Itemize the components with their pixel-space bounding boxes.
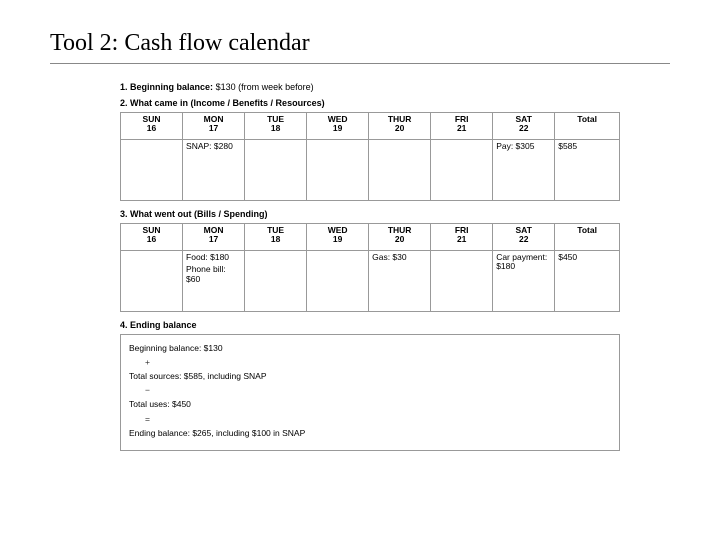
expense-total: $450 xyxy=(555,251,620,312)
expense-mon: Food: $180 Phone bill: $60 xyxy=(183,251,245,312)
section-3-number: 3. xyxy=(120,209,128,219)
equals-sign: = xyxy=(129,412,611,426)
expense-tue xyxy=(245,251,307,312)
income-thur xyxy=(369,140,431,201)
minus-sign: − xyxy=(129,383,611,397)
income-body-row: SNAP: $280 Pay: $305 $585 xyxy=(121,140,620,201)
summary-uses: Total uses: $450 xyxy=(129,399,611,409)
col-total: Total xyxy=(555,113,620,140)
content-area: 1. Beginning balance: $130 (from week be… xyxy=(50,82,670,451)
income-total: $585 xyxy=(555,140,620,201)
section-1-label: Beginning balance: xyxy=(130,82,213,92)
col-tue: TUE18 xyxy=(245,224,307,251)
col-total: Total xyxy=(555,224,620,251)
section-3-heading: 3. What went out (Bills / Spending) xyxy=(120,209,620,219)
section-1-value: $130 (from week before) xyxy=(216,82,314,92)
col-sat: SAT22 xyxy=(493,224,555,251)
table-header-row: SUN16 MON17 TUE18 WED19 THUR20 FRI21 SAT… xyxy=(121,224,620,251)
income-table: SUN16 MON17 TUE18 WED19 THUR20 FRI21 SAT… xyxy=(120,112,620,201)
ending-balance-box: Beginning balance: $130 + Total sources:… xyxy=(120,334,620,451)
col-sun: SUN16 xyxy=(121,224,183,251)
expense-table: SUN16 MON17 TUE18 WED19 THUR20 FRI21 SAT… xyxy=(120,223,620,312)
expense-wed xyxy=(307,251,369,312)
col-wed: WED19 xyxy=(307,113,369,140)
summary-ending: Ending balance: $265, including $100 in … xyxy=(129,428,611,438)
section-1-heading: 1. Beginning balance: $130 (from week be… xyxy=(120,82,620,92)
section-2-heading: 2. What came in (Income / Benefits / Res… xyxy=(120,98,620,108)
col-thur: THUR20 xyxy=(369,224,431,251)
section-3-label: What went out (Bills / Spending) xyxy=(130,209,268,219)
expense-fri xyxy=(431,251,493,312)
section-2-number: 2. xyxy=(120,98,128,108)
income-wed xyxy=(307,140,369,201)
col-mon: MON17 xyxy=(183,113,245,140)
section-4-number: 4. xyxy=(120,320,128,330)
page-title: Tool 2: Cash flow calendar xyxy=(50,30,670,64)
income-fri xyxy=(431,140,493,201)
section-4-heading: 4. Ending balance xyxy=(120,320,620,330)
expense-sat: Car payment: $180 xyxy=(493,251,555,312)
expense-sun xyxy=(121,251,183,312)
section-4-label: Ending balance xyxy=(130,320,197,330)
col-wed: WED19 xyxy=(307,224,369,251)
income-sat: Pay: $305 xyxy=(493,140,555,201)
col-fri: FRI21 xyxy=(431,113,493,140)
table-header-row: SUN16 MON17 TUE18 WED19 THUR20 FRI21 SAT… xyxy=(121,113,620,140)
income-mon: SNAP: $280 xyxy=(183,140,245,201)
expense-body-row: Food: $180 Phone bill: $60 Gas: $30 Car … xyxy=(121,251,620,312)
col-mon: MON17 xyxy=(183,224,245,251)
expense-thur: Gas: $30 xyxy=(369,251,431,312)
section-1-number: 1. xyxy=(120,82,128,92)
summary-sources: Total sources: $585, including SNAP xyxy=(129,371,611,381)
col-fri: FRI21 xyxy=(431,224,493,251)
plus-sign: + xyxy=(129,355,611,369)
document-page: Tool 2: Cash flow calendar 1. Beginning … xyxy=(0,0,720,461)
income-sun xyxy=(121,140,183,201)
section-2-label: What came in (Income / Benefits / Resour… xyxy=(130,98,325,108)
col-tue: TUE18 xyxy=(245,113,307,140)
col-sun: SUN16 xyxy=(121,113,183,140)
summary-beginning: Beginning balance: $130 xyxy=(129,343,611,353)
income-tue xyxy=(245,140,307,201)
col-thur: THUR20 xyxy=(369,113,431,140)
col-sat: SAT22 xyxy=(493,113,555,140)
